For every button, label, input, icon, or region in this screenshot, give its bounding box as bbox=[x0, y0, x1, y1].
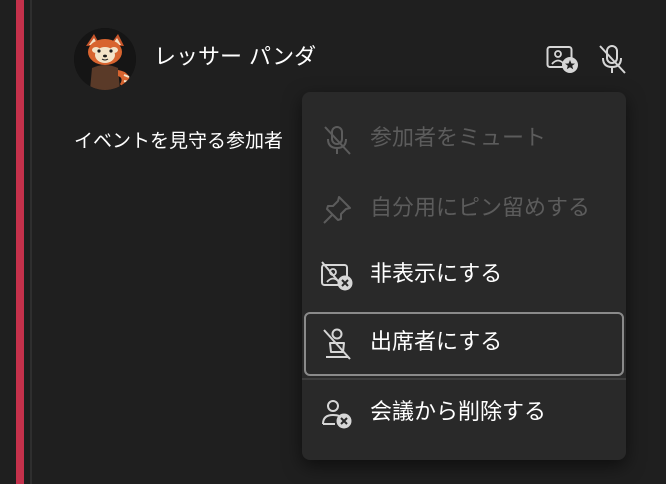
participant-row[interactable]: レッサー パンダ bbox=[74, 28, 634, 90]
section-label: イベントを見守る参加者 bbox=[74, 130, 284, 152]
mic-off-icon bbox=[320, 123, 354, 157]
menu-item-label: 非表示にする bbox=[370, 262, 503, 287]
menu-item-label: 参加者をミュート bbox=[370, 126, 547, 151]
menu-item-label: 自分用にピン留めする bbox=[370, 196, 591, 221]
menu-item-hide[interactable]: 非表示にする bbox=[304, 244, 624, 306]
pin-icon bbox=[320, 193, 354, 227]
menu-item-label: 出席者にする bbox=[370, 330, 503, 355]
mic-off-icon[interactable] bbox=[594, 41, 630, 77]
menu-item-pin-for-me[interactable]: 自分用にピン留めする bbox=[304, 178, 624, 240]
menu-item-remove-from-meeting[interactable]: 会議から削除する bbox=[304, 382, 624, 444]
spotlight-icon[interactable] bbox=[544, 41, 580, 77]
accent-bar bbox=[16, 0, 24, 484]
menu-item-mute-participant[interactable]: 参加者をミュート bbox=[304, 108, 624, 170]
participant-context-menu: 参加者をミュート 自分用にピン留めする 非表示にする 出席者にする 会議から削除… bbox=[302, 92, 626, 460]
red-panda-avatar bbox=[74, 28, 136, 90]
teams-participant-panel: レッサー パンダ イベントを見守る参加者 参加者をミュート 自分用にピン留めする… bbox=[0, 0, 666, 484]
make-attendee-icon bbox=[320, 327, 354, 361]
participant-name: レッサー パンダ bbox=[154, 45, 317, 70]
menu-item-label: 会議から削除する bbox=[370, 400, 547, 425]
remove-person-icon bbox=[320, 397, 354, 431]
menu-item-make-attendee[interactable]: 出席者にする bbox=[304, 312, 624, 376]
menu-separator bbox=[302, 378, 626, 380]
hide-video-icon bbox=[320, 259, 354, 293]
divider-line bbox=[30, 0, 32, 484]
